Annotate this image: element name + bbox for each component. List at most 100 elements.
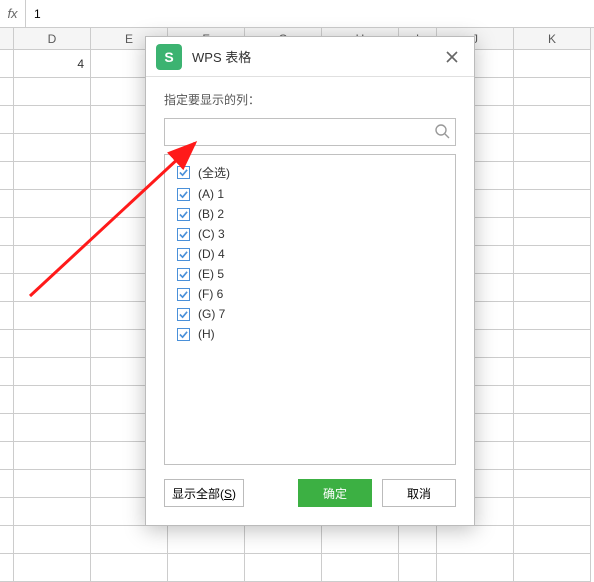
cell[interactable]	[0, 162, 14, 190]
cell[interactable]	[168, 554, 245, 582]
cell[interactable]	[514, 358, 591, 386]
cell[interactable]	[14, 470, 91, 498]
cell[interactable]	[514, 78, 591, 106]
cell[interactable]	[168, 526, 245, 554]
cell[interactable]	[14, 498, 91, 526]
checkbox[interactable]	[177, 268, 190, 281]
cell[interactable]	[245, 554, 322, 582]
cell[interactable]	[514, 414, 591, 442]
cell[interactable]	[0, 526, 14, 554]
checkbox[interactable]	[177, 166, 190, 179]
cell[interactable]	[14, 386, 91, 414]
cell[interactable]	[514, 526, 591, 554]
checkbox[interactable]	[177, 288, 190, 301]
cell[interactable]	[514, 190, 591, 218]
cell[interactable]	[0, 50, 14, 78]
cell[interactable]	[0, 470, 14, 498]
cell[interactable]	[14, 302, 91, 330]
cell[interactable]	[0, 498, 14, 526]
cell[interactable]	[0, 358, 14, 386]
cell[interactable]	[514, 330, 591, 358]
ok-button[interactable]: 确定	[298, 479, 372, 507]
cell[interactable]	[437, 554, 514, 582]
cell[interactable]	[399, 526, 437, 554]
close-icon[interactable]	[440, 45, 464, 69]
cell[interactable]	[14, 330, 91, 358]
cell[interactable]	[91, 554, 168, 582]
list-item[interactable]: (B) 2	[165, 204, 455, 224]
checkbox[interactable]	[177, 308, 190, 321]
cell[interactable]	[14, 78, 91, 106]
cell[interactable]	[14, 218, 91, 246]
list-item[interactable]: (D) 4	[165, 244, 455, 264]
list-item[interactable]: (C) 3	[165, 224, 455, 244]
cell[interactable]	[245, 526, 322, 554]
cell[interactable]	[514, 134, 591, 162]
list-item-label: (B) 2	[198, 207, 224, 221]
list-item[interactable]: (全选)	[165, 161, 455, 184]
checkbox[interactable]	[177, 248, 190, 261]
cell[interactable]	[0, 274, 14, 302]
show-all-button[interactable]: 显示全部(S)	[164, 479, 244, 507]
cell[interactable]	[14, 554, 91, 582]
cell[interactable]	[14, 414, 91, 442]
cell[interactable]	[14, 246, 91, 274]
cell[interactable]	[0, 106, 14, 134]
cell[interactable]	[514, 386, 591, 414]
cancel-button[interactable]: 取消	[382, 479, 456, 507]
list-item[interactable]: (G) 7	[165, 304, 455, 324]
cell[interactable]	[514, 274, 591, 302]
cell[interactable]	[437, 526, 514, 554]
cell[interactable]	[0, 302, 14, 330]
cell[interactable]	[514, 218, 591, 246]
cell[interactable]	[514, 106, 591, 134]
search-icon[interactable]	[434, 123, 450, 144]
cell[interactable]	[14, 134, 91, 162]
column-header[interactable]	[0, 28, 14, 50]
search-input[interactable]	[164, 118, 456, 146]
cell[interactable]	[0, 246, 14, 274]
cell[interactable]	[0, 330, 14, 358]
cell[interactable]	[0, 218, 14, 246]
cell[interactable]	[514, 554, 591, 582]
checkbox[interactable]	[177, 228, 190, 241]
cell[interactable]	[514, 302, 591, 330]
cell[interactable]	[14, 526, 91, 554]
cell[interactable]	[0, 134, 14, 162]
checkbox[interactable]	[177, 208, 190, 221]
cell[interactable]	[322, 554, 399, 582]
column-visibility-dialog: S WPS 表格 指定要显示的列： (全选)(A) 1(B) 2(C) 3(D)…	[145, 36, 475, 526]
cell[interactable]	[0, 442, 14, 470]
cell[interactable]	[91, 526, 168, 554]
cell[interactable]	[514, 162, 591, 190]
cell[interactable]	[514, 246, 591, 274]
cell[interactable]	[514, 442, 591, 470]
cell[interactable]	[0, 554, 14, 582]
list-item[interactable]: (F) 6	[165, 284, 455, 304]
cell[interactable]	[14, 358, 91, 386]
formula-input[interactable]	[26, 0, 594, 27]
cell[interactable]	[14, 442, 91, 470]
column-header[interactable]: D	[14, 28, 91, 50]
list-item[interactable]: (A) 1	[165, 184, 455, 204]
cell[interactable]	[514, 50, 591, 78]
cell[interactable]	[322, 526, 399, 554]
checkbox[interactable]	[177, 188, 190, 201]
column-header[interactable]: K	[514, 28, 591, 50]
cell[interactable]	[0, 78, 14, 106]
cell[interactable]	[0, 386, 14, 414]
cell[interactable]	[14, 106, 91, 134]
column-list[interactable]: (全选)(A) 1 (B) 2 (C) 3(D) 4(E) 5(F) 6(G) 7(…	[164, 154, 456, 465]
list-item[interactable]: (E) 5	[165, 264, 455, 284]
cell[interactable]	[14, 274, 91, 302]
cell[interactable]	[514, 470, 591, 498]
cell[interactable]	[514, 498, 591, 526]
list-item[interactable]: (H)	[165, 324, 455, 344]
cell[interactable]	[0, 190, 14, 218]
cell[interactable]	[399, 554, 437, 582]
cell[interactable]	[14, 190, 91, 218]
cell[interactable]	[0, 414, 14, 442]
cell[interactable]	[14, 162, 91, 190]
cell[interactable]: 4	[14, 50, 91, 78]
checkbox[interactable]	[177, 328, 190, 341]
